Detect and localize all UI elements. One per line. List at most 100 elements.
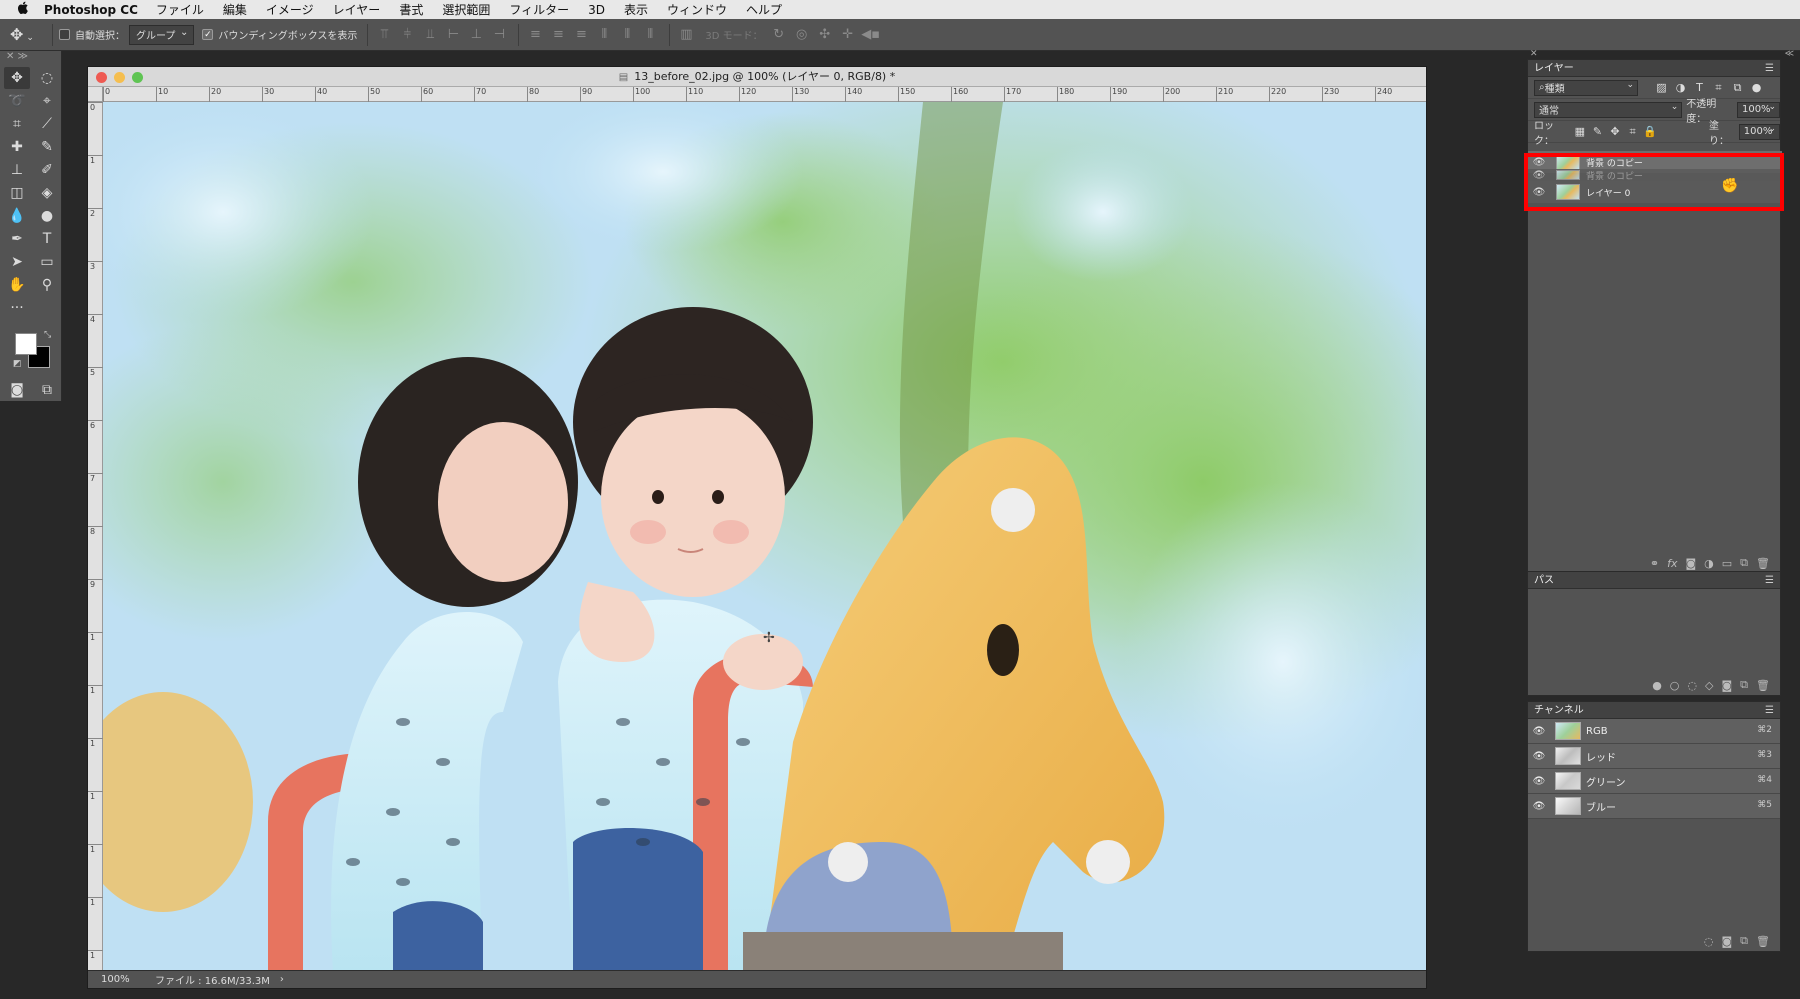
add-mask-icon[interactable]: ◙ — [1721, 679, 1732, 692]
align-right-icon[interactable]: ⊣ — [489, 25, 509, 45]
eyedropper-tool-icon[interactable]: ⟋ — [34, 113, 60, 135]
marquee-tool-icon[interactable]: ◌ — [34, 67, 60, 89]
menu-type[interactable]: 書式 — [399, 1, 423, 18]
lock-transparent-icon[interactable]: ▦ — [1571, 125, 1589, 138]
pen-tool-icon[interactable]: ✒ — [4, 228, 30, 250]
zoom-level-field[interactable]: 100% — [101, 974, 155, 985]
channel-row[interactable]: 👁 RGB ⌘2 — [1528, 719, 1780, 744]
quick-select-tool-icon[interactable]: ⌖ — [34, 90, 60, 112]
panel-menu-icon[interactable]: ☰ — [1765, 572, 1774, 589]
align-left-icon[interactable]: ⊢ — [443, 25, 463, 45]
default-colors-icon[interactable]: ◩ — [13, 359, 22, 369]
menu-select[interactable]: 選択範囲 — [442, 1, 490, 18]
add-mask-icon[interactable]: ◙ — [1685, 557, 1696, 570]
roll-3d-icon[interactable]: ◎ — [792, 25, 812, 45]
rectangle-tool-icon[interactable]: ▭ — [34, 251, 60, 273]
foreground-color-swatch[interactable] — [15, 333, 37, 355]
delete-channel-trash-icon[interactable]: 🗑 — [1756, 935, 1770, 948]
menu-3d[interactable]: 3D — [588, 3, 605, 17]
align-top-icon[interactable]: ⫪ — [374, 25, 394, 45]
opacity-field[interactable]: 100% — [1736, 101, 1780, 118]
channel-row[interactable]: 👁 レッド ⌘3 — [1528, 744, 1780, 769]
link-layers-icon[interactable]: ⚭ — [1650, 557, 1659, 570]
layer-style-fx-icon[interactable]: fx — [1667, 557, 1677, 570]
channel-row[interactable]: 👁 ブルー ⌘5 — [1528, 794, 1780, 819]
visibility-eye-icon[interactable]: 👁 — [1528, 801, 1550, 812]
toolbar-collapse-icon[interactable]: ✕ ≫ — [0, 51, 61, 67]
crop-tool-icon[interactable]: ⌗ — [4, 113, 30, 135]
distribute-top-icon[interactable]: ≡ — [525, 25, 545, 45]
align-hcenter-icon[interactable]: ⊥ — [466, 25, 486, 45]
image-canvas[interactable]: ✢ — [103, 102, 1426, 970]
menu-edit[interactable]: 編集 — [223, 1, 247, 18]
panel-menu-icon[interactable]: ☰ — [1765, 60, 1774, 77]
align-bottom-icon[interactable]: ⫫ — [420, 25, 440, 45]
bounding-box-checkbox[interactable]: ✓ — [202, 29, 214, 40]
move-tool-preset-icon[interactable]: ✥ ⌄ — [10, 25, 46, 44]
path-select-icon[interactable]: ➤ — [4, 251, 30, 273]
vertical-ruler[interactable]: 0 1 2 3 4 5 6 7 8 9 1 1 1 1 1 1 1 — [88, 102, 103, 970]
history-brush-icon[interactable]: ✐ — [34, 159, 60, 181]
app-name-menu[interactable]: Photoshop CC — [44, 3, 138, 17]
make-work-path-icon[interactable]: ◇ — [1705, 679, 1713, 692]
menu-file[interactable]: ファイル — [156, 1, 204, 18]
new-group-folder-icon[interactable]: ▭ — [1722, 557, 1732, 570]
type-tool-icon[interactable]: T — [34, 228, 60, 250]
lock-image-icon[interactable]: ✎ — [1589, 125, 1607, 138]
file-size-info[interactable]: ファイル : 16.6M/33.3M — [155, 972, 270, 987]
layer-filter-kind-select[interactable]: ⌕ 種類 — [1534, 79, 1638, 96]
delete-layer-trash-icon[interactable]: 🗑 — [1756, 557, 1770, 570]
dodge-tool-icon[interactable]: ● — [34, 205, 60, 227]
stroke-path-icon[interactable]: ○ — [1670, 679, 1680, 692]
layers-tab[interactable]: レイヤー ☰ — [1528, 60, 1780, 77]
menu-layer[interactable]: レイヤー — [333, 1, 381, 18]
auto-select-checkbox[interactable] — [59, 29, 70, 40]
orbit-3d-icon[interactable]: ↻ — [769, 25, 789, 45]
menu-view[interactable]: 表示 — [624, 1, 648, 18]
channels-tab[interactable]: チャンネル ☰ — [1528, 702, 1780, 719]
clone-stamp-icon[interactable]: ⊥ — [4, 159, 30, 181]
distribute-left-icon[interactable]: ⦀ — [594, 25, 614, 45]
blur-tool-icon[interactable]: 💧 — [4, 205, 30, 227]
swap-colors-icon[interactable]: ⤡ — [44, 330, 51, 340]
healing-brush-icon[interactable]: ✚ — [4, 136, 30, 158]
apple-menu-icon[interactable] — [10, 1, 36, 18]
menu-window[interactable]: ウィンドウ — [667, 1, 727, 18]
more-tools-icon[interactable]: ··· — [4, 297, 30, 319]
new-channel-icon[interactable]: ⧉ — [1740, 934, 1748, 948]
fill-field[interactable]: 100% — [1738, 123, 1780, 140]
screen-mode-icon[interactable]: ⧉ — [34, 379, 60, 401]
new-path-icon[interactable]: ⧉ — [1740, 678, 1748, 692]
zoom-window-button[interactable] — [132, 72, 143, 83]
auto-select-target-select[interactable]: グループ — [129, 24, 195, 45]
eraser-tool-icon[interactable]: ◫ — [4, 182, 30, 204]
minimize-window-button[interactable] — [114, 72, 125, 83]
zoom-tool-icon[interactable]: ⚲ — [34, 274, 60, 296]
ruler-origin[interactable] — [88, 87, 103, 102]
visibility-eye-icon[interactable]: 👁 — [1528, 776, 1550, 787]
horizontal-ruler[interactable]: 0 10 20 30 40 50 60 70 80 90 100 110 120 130 140 150 160… — [103, 87, 1426, 102]
save-selection-channel-icon[interactable]: ◙ — [1721, 935, 1732, 948]
visibility-eye-icon[interactable]: 👁 — [1528, 751, 1550, 762]
fill-path-icon[interactable]: ● — [1652, 679, 1662, 692]
visibility-eye-icon[interactable]: 👁 — [1528, 726, 1550, 737]
panel-menu-icon[interactable]: ☰ — [1765, 702, 1774, 719]
status-menu-chevron-icon[interactable]: › — [280, 974, 284, 985]
paint-bucket-icon[interactable]: ◈ — [34, 182, 60, 204]
new-layer-icon[interactable]: ⧉ — [1740, 556, 1748, 570]
align-vcenter-icon[interactable]: ⫩ — [397, 25, 417, 45]
distribute-bottom-icon[interactable]: ≡ — [571, 25, 591, 45]
filter-pixel-icon[interactable]: ▨ — [1652, 81, 1671, 94]
menu-help[interactable]: ヘルプ — [746, 1, 782, 18]
paths-tab[interactable]: パス ☰ — [1528, 572, 1780, 589]
auto-align-icon[interactable]: ▥ — [676, 25, 696, 45]
menu-filter[interactable]: フィルター — [509, 1, 569, 18]
menu-image[interactable]: イメージ — [266, 1, 314, 18]
hand-tool-icon[interactable]: ✋ — [4, 274, 30, 296]
video-3d-icon[interactable]: ◀▪ — [861, 25, 881, 45]
blend-mode-select[interactable]: 通常 — [1534, 101, 1683, 118]
pan-3d-icon[interactable]: ✣ — [815, 25, 835, 45]
filter-adjustment-icon[interactable]: ◑ — [1671, 81, 1690, 94]
filter-toggle-icon[interactable]: ● — [1747, 81, 1766, 94]
distribute-right-icon[interactable]: ⦀ — [640, 25, 660, 45]
